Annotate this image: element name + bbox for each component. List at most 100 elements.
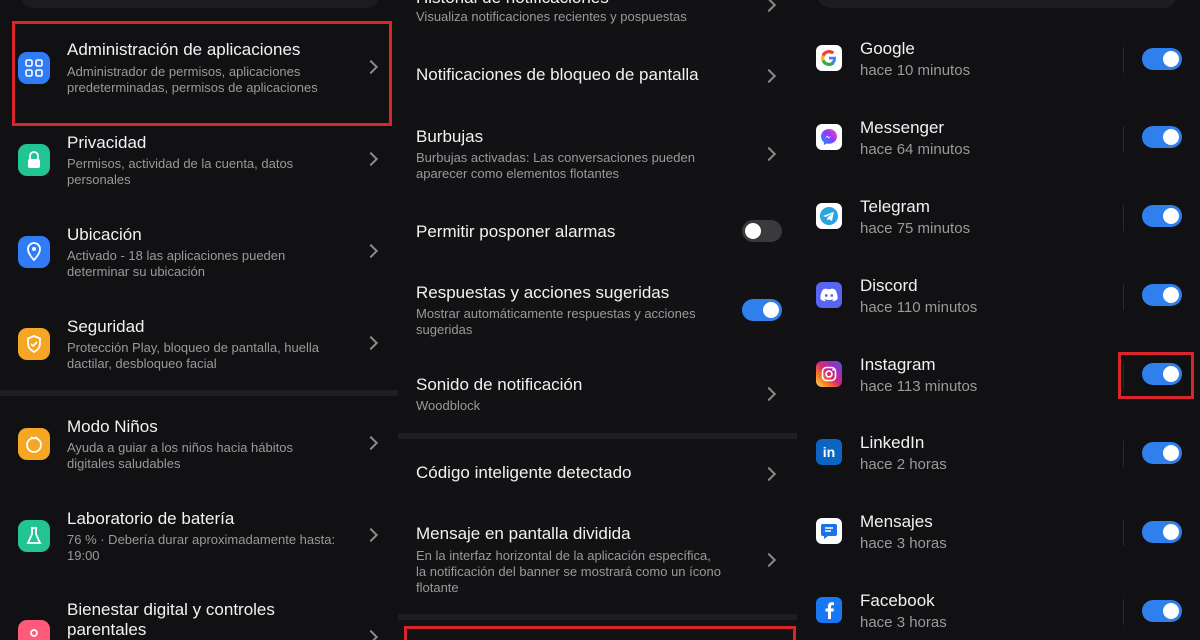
bubbles-item[interactable]: Burbujas Burbujas activadas: Las convers… (398, 118, 797, 198)
settings-item-digital-wellbeing[interactable]: Bienestar digital y controles parentales (0, 590, 398, 640)
item-subtitle: Mostrar automáticamente respuestas y acc… (416, 306, 696, 321)
notifications-panel: Historial de notificaciones Visualiza no… (398, 0, 797, 640)
settings-item-location[interactable]: Ubicación Activado - 18 las aplicaciones… (0, 222, 398, 314)
split-screen-message-item[interactable]: Mensaje en pantalla dividida En la inter… (398, 516, 797, 600)
settings-item-kids-mode[interactable]: Modo Niños Ayuda a guiar a los niños hac… (0, 406, 398, 498)
chevron-right-icon (363, 243, 379, 259)
app-name: Mensajes (860, 512, 933, 531)
app-last-notification: hace 3 horas (860, 535, 947, 552)
row-separator (1123, 441, 1124, 467)
row-separator (1123, 126, 1124, 152)
app-last-notification: hace 75 minutos (860, 220, 971, 237)
snooze-alarms-toggle[interactable] (742, 220, 782, 242)
app-name: LinkedIn (860, 433, 925, 452)
row-separator (1123, 284, 1124, 310)
item-title: Mensaje en pantalla dividida (416, 524, 631, 543)
chevron-right-icon (363, 527, 379, 543)
app-name: Telegram (860, 197, 930, 216)
row-separator (1123, 47, 1124, 73)
item-title: Ubicación (67, 225, 142, 244)
google-toggle[interactable] (1142, 48, 1182, 70)
search-bar[interactable] (20, 0, 380, 8)
snooze-alarms-item[interactable]: Permitir posponer alarmas (398, 210, 797, 256)
messenger-toggle[interactable] (1142, 126, 1182, 148)
item-subtitle: Ayuda a guiar a los niños hacia hábitos (67, 440, 293, 455)
item-title: Respuestas y acciones sugeridas (416, 283, 670, 302)
item-title-line2: parentales (67, 620, 147, 639)
app-row-telegram[interactable]: Telegram hace 75 minutos (797, 188, 1200, 248)
item-subtitle: Burbujas activadas: Las conversaciones p… (416, 150, 695, 165)
wellbeing-icon (18, 620, 50, 640)
item-title: Permitir posponer alarmas (416, 222, 616, 241)
messenger-icon (816, 124, 842, 150)
chevron-right-icon (761, 552, 777, 568)
settings-item-security[interactable]: Seguridad Protección Play, bloqueo de pa… (0, 314, 398, 390)
chevron-right-icon (363, 629, 379, 640)
item-title: Laboratorio de batería (67, 509, 235, 528)
settings-item-battery-lab[interactable]: Laboratorio de batería 76 % · Debería du… (0, 498, 398, 590)
item-subtitle: 76 % · Debería durar aproximadamente has… (67, 532, 336, 547)
chevron-right-icon (363, 151, 379, 167)
item-subtitle: digitales saludables (67, 456, 181, 471)
item-title: Privacidad (67, 133, 147, 152)
app-row-google[interactable]: Google hace 10 minutos (797, 30, 1200, 90)
app-row-messenger[interactable]: Messenger hace 64 minutos (797, 109, 1200, 169)
chevron-right-icon (761, 68, 777, 84)
app-name: Discord (860, 276, 918, 295)
facebook-toggle[interactable] (1142, 600, 1182, 622)
row-separator (1123, 599, 1124, 625)
notification-history-item[interactable]: Historial de notificaciones Visualiza no… (398, 0, 797, 38)
row-separator (1123, 520, 1124, 546)
toggle-knob (1163, 208, 1179, 224)
item-subtitle: dactilar, desbloqueo facial (67, 356, 217, 371)
item-subtitle: Woodblock (416, 398, 481, 413)
shield-icon (18, 328, 50, 360)
settings-item-privacy[interactable]: Privacidad Permisos, actividad de la cue… (0, 130, 398, 222)
highlight-box (1118, 352, 1194, 399)
section-divider (398, 433, 797, 439)
highlight-box (404, 626, 796, 640)
chevron-right-icon (363, 335, 379, 351)
app-row-discord[interactable]: Discord hace 110 minutos (797, 267, 1200, 327)
app-row-facebook[interactable]: Facebook hace 3 horas (797, 582, 1200, 640)
app-row-linkedin[interactable]: in LinkedIn hace 2 horas (797, 424, 1200, 484)
toggle-knob (745, 223, 761, 239)
item-subtitle: personales (67, 172, 131, 187)
chevron-right-icon (363, 435, 379, 451)
suggested-actions-toggle[interactable] (742, 299, 782, 321)
item-subtitle: flotante (416, 580, 459, 595)
item-title: Historial de notificaciones (416, 0, 609, 8)
item-subtitle: la notificación del banner se mostrará c… (416, 564, 721, 579)
app-last-notification: hace 64 minutos (860, 141, 971, 158)
item-title: Código inteligente detectado (416, 463, 632, 482)
chevron-right-icon (761, 386, 777, 402)
linkedin-toggle[interactable] (1142, 442, 1182, 464)
item-subtitle: Protección Play, bloqueo de pantalla, hu… (67, 340, 319, 355)
telegram-toggle[interactable] (1142, 205, 1182, 227)
app-notifications-panel: Google hace 10 minutos Messenger hace 64… (797, 0, 1200, 640)
toggle-knob (1163, 445, 1179, 461)
kids-face-icon (18, 428, 50, 460)
messages-toggle[interactable] (1142, 521, 1182, 543)
app-name: Google (860, 39, 915, 58)
lock-screen-notifications-item[interactable]: Notificaciones de bloqueo de pantalla (398, 46, 797, 104)
discord-toggle[interactable] (1142, 284, 1182, 306)
item-subtitle: 19:00 (67, 548, 100, 563)
suggested-actions-item[interactable]: Respuestas y acciones sugeridas Mostrar … (398, 274, 797, 346)
notification-sound-item[interactable]: Sonido de notificación Woodblock (398, 366, 797, 422)
app-row-messages[interactable]: Mensajes hace 3 horas (797, 503, 1200, 563)
highlight-box (12, 21, 392, 126)
toggle-knob (763, 302, 779, 318)
messages-icon (816, 518, 842, 544)
instagram-icon (816, 361, 842, 387)
item-title: Notificaciones de bloqueo de pantalla (416, 65, 699, 84)
toggle-knob (1163, 287, 1179, 303)
flask-icon (18, 520, 50, 552)
item-subtitle: determinar su ubicación (67, 264, 206, 279)
smart-code-item[interactable]: Código inteligente detectado (398, 450, 797, 496)
app-last-notification: hace 113 minutos (860, 378, 978, 395)
chevron-right-icon (761, 466, 777, 482)
item-title: Modo Niños (67, 417, 158, 436)
search-bar[interactable] (817, 0, 1177, 8)
item-title: Bienestar digital y controles (67, 600, 275, 619)
